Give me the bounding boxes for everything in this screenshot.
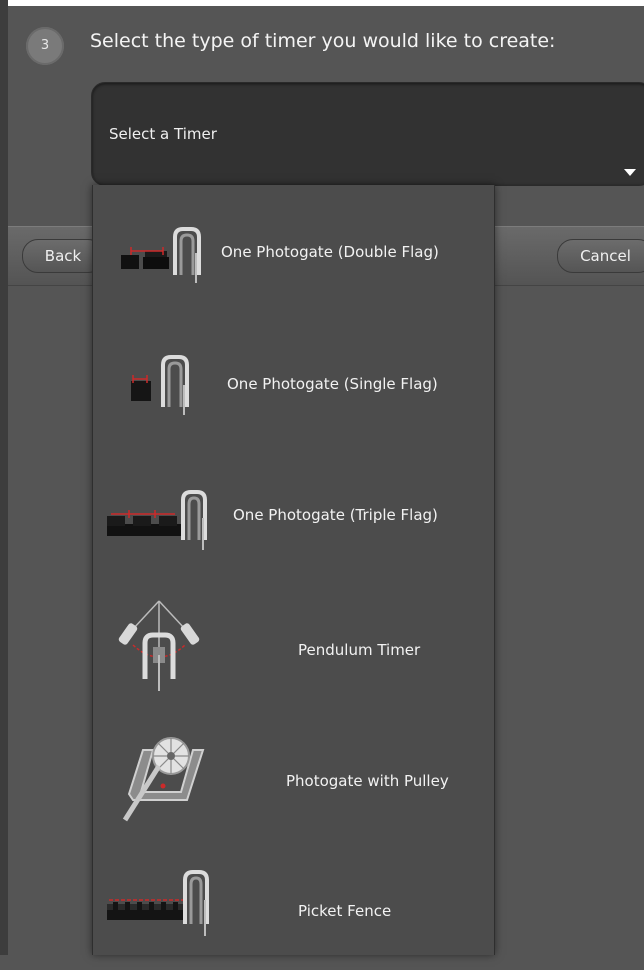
option-label: One Photogate (Triple Flag) [233, 506, 438, 524]
option-pendulum-timer[interactable]: Pendulum Timer [93, 585, 494, 715]
select-value: Select a Timer [109, 125, 217, 143]
window-left-edge [0, 0, 8, 955]
timer-type-select[interactable]: Select a Timer [91, 82, 644, 186]
option-photogate-pulley[interactable]: Photogate with Pulley [93, 710, 494, 840]
step-title: Select the type of timer you would like … [90, 30, 556, 52]
option-label: Photogate with Pulley [286, 772, 449, 790]
pendulum-timer-icon [118, 600, 200, 691]
picket-fence-icon [107, 870, 209, 936]
dropdown-arrow-icon[interactable] [624, 169, 636, 176]
window-top-edge [0, 0, 644, 6]
option-double-flag[interactable]: One Photogate (Double Flag) [93, 185, 494, 315]
timer-dropdown-list: One Photogate (Double Flag) One Photogat… [92, 185, 495, 955]
option-single-flag[interactable]: One Photogate (Single Flag) [93, 315, 494, 445]
option-picket-fence[interactable]: Picket Fence [93, 840, 494, 970]
double-flag-photogate-icon [121, 227, 201, 283]
option-label: One Photogate (Double Flag) [221, 243, 439, 261]
option-label: Picket Fence [298, 902, 392, 920]
step-number-badge: 3 [26, 27, 64, 65]
option-label: One Photogate (Single Flag) [227, 375, 438, 393]
photogate-pulley-icon [122, 737, 205, 822]
option-label: Pendulum Timer [298, 641, 421, 659]
option-triple-flag[interactable]: One Photogate (Triple Flag) [93, 450, 494, 580]
cancel-button[interactable]: Cancel [557, 239, 644, 273]
triple-flag-photogate-icon [107, 490, 207, 550]
single-flag-photogate-icon [131, 355, 189, 415]
